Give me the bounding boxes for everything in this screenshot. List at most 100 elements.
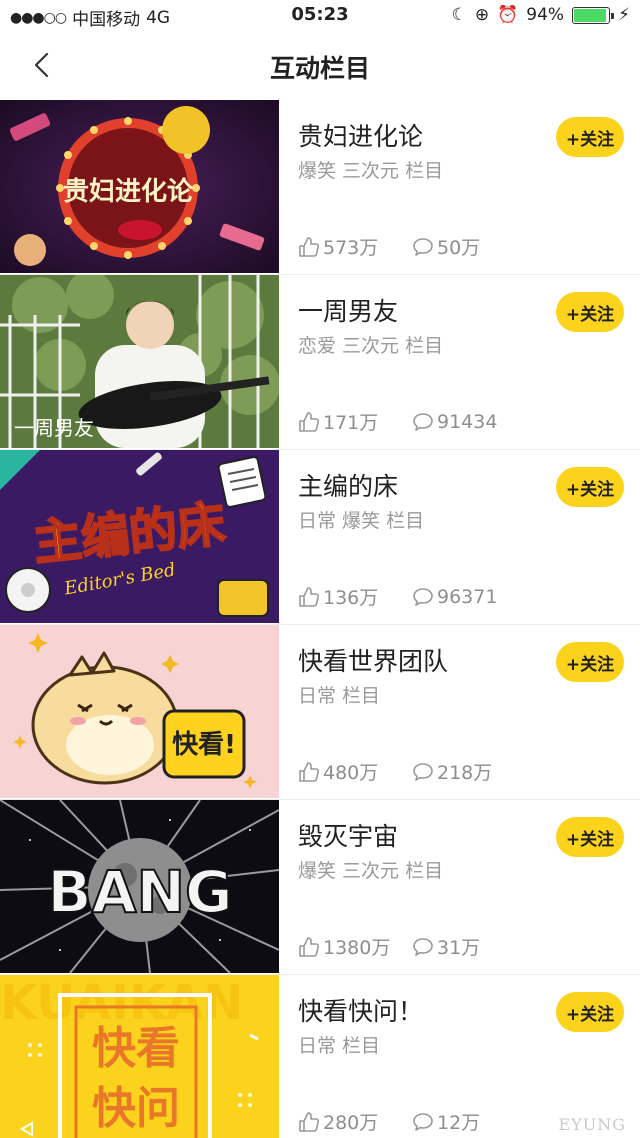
thumbnail[interactable]: 贵妇进化论 — [0, 100, 279, 273]
comment-icon — [413, 762, 433, 781]
battery-level-fill — [574, 8, 607, 22]
thumbs-up-icon — [299, 236, 320, 257]
like-count: 136万 — [323, 587, 379, 609]
item-title: 一周男友 — [298, 297, 399, 326]
item-stats: 171万 91434 — [298, 408, 497, 435]
thumbnail[interactable]: KUAIKAN 快看 快问 — [0, 975, 279, 1138]
follow-button[interactable]: +关注 — [556, 467, 624, 507]
comment-stat[interactable]: 218万 — [412, 758, 492, 785]
comment-icon — [413, 1112, 433, 1131]
follow-button[interactable]: +关注 — [556, 292, 624, 332]
page-title: 互动栏目 — [269, 54, 370, 83]
thumb-logo-text: 快看! — [172, 730, 236, 760]
like-stat[interactable]: 171万 — [298, 408, 412, 435]
thumbnail[interactable]: 主编的床 Editor's Bed — [0, 450, 279, 623]
nav-bar: 互动栏目 — [0, 32, 640, 98]
comment-stat[interactable]: 50万 — [412, 233, 480, 260]
thumbs-up-icon — [299, 936, 320, 957]
like-stat[interactable]: 280万 — [298, 1108, 412, 1135]
item-info: 贵妇进化论 爆笑 三次元 栏目 +关注 573万 50万 — [298, 100, 640, 273]
comment-count: 12万 — [437, 1112, 481, 1134]
status-right: ☾ ⊕ ⏰ 94% ⚡ — [452, 5, 630, 25]
item-title: 快看世界团队 — [298, 647, 449, 676]
status-bar: ●●●○○ 中国移动 4G 05:23 ☾ ⊕ ⏰ 94% ⚡ — [0, 0, 640, 32]
like-stat[interactable]: 480万 — [298, 758, 412, 785]
list-item[interactable]: 快看! 快看世界团队 日常 栏目 +关注 480万 218万 — [0, 625, 640, 800]
comment-icon — [413, 237, 433, 256]
item-stats: 136万 96371 — [298, 583, 497, 610]
comment-count: 218万 — [437, 762, 493, 784]
like-count: 280万 — [323, 1112, 379, 1134]
follow-button[interactable]: +关注 — [556, 642, 624, 682]
item-stats: 280万 12万 — [298, 1108, 480, 1135]
like-stat[interactable]: 136万 — [298, 583, 412, 610]
moon-icon: ☾ — [451, 5, 467, 25]
item-title: 主编的床 — [298, 472, 399, 501]
list-item[interactable]: 主编的床 Editor's Bed 主编的床 日常 爆笑 栏目 +关注 136万… — [0, 450, 640, 625]
item-title: 快看快问！ — [298, 997, 424, 1026]
comment-icon — [413, 937, 433, 956]
comment-count: 96371 — [437, 585, 498, 608]
thumbnail[interactable]: 一周男友 — [0, 275, 279, 448]
thumb-title-text: BANG — [47, 858, 232, 926]
comment-count: 91434 — [437, 410, 498, 433]
item-info: 一周男友 恋爱 三次元 栏目 +关注 171万 91434 — [298, 275, 640, 448]
thumbnail-image: 一周男友 — [0, 275, 279, 448]
battery-icon — [572, 6, 615, 24]
thumbs-up-icon — [299, 411, 320, 432]
thumb-title-line1: 快看 — [92, 1023, 180, 1074]
like-count: 1380万 — [323, 937, 391, 959]
battery-percent: 94% — [526, 5, 565, 25]
list-item[interactable]: 一周男友 一周男友 恋爱 三次元 栏目 +关注 171万 91434 — [0, 275, 640, 450]
like-stat[interactable]: 573万 — [298, 233, 412, 260]
item-tags: 爆笑 三次元 栏目 — [298, 160, 444, 182]
thumbs-up-icon — [299, 1111, 320, 1132]
thumbnail-image: BANG — [0, 800, 279, 973]
comment-icon — [413, 412, 433, 431]
item-info: 快看世界团队 日常 栏目 +关注 480万 218万 — [298, 625, 640, 798]
rotation-lock-icon: ⊕ — [474, 5, 490, 25]
battery-tip — [611, 12, 615, 19]
item-title: 毁灭宇宙 — [298, 822, 399, 851]
list-item[interactable]: KUAIKAN 快看 快问 快看快问！ 日常 栏目 +关注 280万 12万 — [0, 975, 640, 1138]
comment-stat[interactable]: 96371 — [412, 586, 497, 608]
comment-stat[interactable]: 31万 — [412, 933, 480, 960]
thumbnail-image: 主编的床 Editor's Bed — [0, 450, 279, 623]
thumbnail-image: 贵妇进化论 — [0, 100, 279, 273]
like-count: 171万 — [323, 412, 379, 434]
comment-stat[interactable]: 12万 — [412, 1108, 480, 1135]
comment-count: 31万 — [437, 937, 481, 959]
list-item[interactable]: BANG 毁灭宇宙 爆笑 三次元 栏目 +关注 1380万 31万 — [0, 800, 640, 975]
charging-icon: ⚡ — [618, 5, 630, 25]
item-tags: 爆笑 三次元 栏目 — [298, 860, 444, 882]
thumbnail-image: 快看! — [0, 625, 279, 798]
item-info: 主编的床 日常 爆笑 栏目 +关注 136万 96371 — [298, 450, 640, 623]
item-info: 毁灭宇宙 爆笑 三次元 栏目 +关注 1380万 31万 — [298, 800, 640, 973]
follow-button[interactable]: +关注 — [556, 117, 624, 157]
comment-icon — [413, 587, 433, 606]
item-title: 贵妇进化论 — [298, 122, 424, 151]
item-stats: 1380万 31万 — [298, 933, 480, 960]
column-list: 贵妇进化论 贵妇进化论 爆笑 三次元 栏目 +关注 573万 50万 一周男友 … — [0, 100, 640, 1138]
thumb-title-text: 贵妇进化论 — [63, 177, 194, 207]
item-stats: 480万 218万 — [298, 758, 492, 785]
follow-button[interactable]: +关注 — [556, 817, 624, 857]
thumb-title-text: 一周男友 — [14, 416, 94, 440]
like-stat[interactable]: 1380万 — [298, 933, 412, 960]
thumbnail[interactable]: 快看! — [0, 625, 279, 798]
follow-button[interactable]: +关注 — [556, 992, 624, 1032]
item-tags: 日常 爆笑 栏目 — [298, 510, 425, 532]
comment-stat[interactable]: 91434 — [412, 411, 497, 433]
item-info: 快看快问！ 日常 栏目 +关注 280万 12万 — [298, 975, 640, 1138]
item-tags: 日常 栏目 — [298, 685, 381, 707]
thumbnail[interactable]: BANG — [0, 800, 279, 973]
thumbs-up-icon — [299, 586, 320, 607]
like-count: 573万 — [323, 237, 379, 259]
list-item[interactable]: 贵妇进化论 贵妇进化论 爆笑 三次元 栏目 +关注 573万 50万 — [0, 100, 640, 275]
like-count: 480万 — [323, 762, 379, 784]
thumbs-up-icon — [299, 761, 320, 782]
watermark: EYUNG — [558, 1115, 626, 1134]
thumb-title-line2: 快问 — [92, 1083, 180, 1134]
alarm-icon: ⏰ — [497, 5, 519, 25]
item-tags: 日常 栏目 — [298, 1035, 381, 1057]
